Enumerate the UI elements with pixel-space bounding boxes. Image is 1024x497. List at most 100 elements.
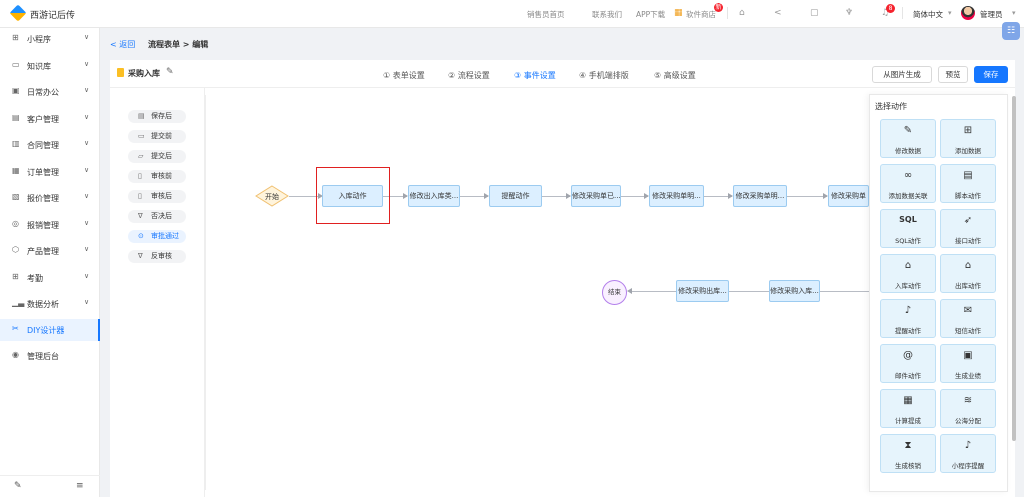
link-app-download[interactable]: APP下载 (636, 9, 665, 20)
flow-node-modify-po-stockout[interactable]: 修改采购出库... (676, 280, 729, 302)
save-icon: ▤ (138, 112, 145, 120)
mail-icon: ✉ (963, 305, 973, 316)
event-item-after-reject[interactable]: ∇ 否决后 (128, 210, 186, 223)
bell-icon: ♪ (904, 305, 912, 316)
flow-node-modify-po-stockin[interactable]: 修改采购入库... (769, 280, 820, 302)
edit-icon[interactable]: ✎ (14, 481, 22, 491)
flow-node-modify-po-3[interactable]: 修改采购单 (828, 185, 869, 207)
script-icon: ▤ (963, 170, 973, 181)
action-script[interactable]: ▤ 脚本动作 (940, 164, 996, 203)
tab-event-settings[interactable]: ③ 事件设置 (514, 70, 556, 81)
action-commission[interactable]: ▦ 计算提成 (880, 389, 936, 428)
chevron-down-icon: ∨ (84, 86, 90, 94)
sidebar-item-customer[interactable]: ▤ 客户管理 ∨ (0, 108, 100, 130)
admin-icon: ◉ (12, 350, 19, 359)
action-email[interactable]: @ 邮件动作 (880, 344, 936, 383)
sidebar-item-attendance[interactable]: ⊞ 考勤 ∨ (0, 267, 100, 289)
save-button[interactable]: 保存 (974, 66, 1008, 83)
action-add-relation[interactable]: ∞ 添加数据关联 (880, 164, 936, 203)
breadcrumb: < 返回 流程表单 > 编辑 (110, 35, 1015, 55)
sidebar-item-office[interactable]: ▣ 日常办公 ∨ (0, 81, 100, 103)
chevron-down-icon: ∨ (84, 60, 90, 68)
home-icon[interactable]: ⌂ (739, 8, 745, 18)
back-link[interactable]: < 返回 (110, 39, 135, 50)
link-software-store[interactable]: 软件商店 (686, 9, 716, 20)
action-api[interactable]: ➶ 接口动作 (940, 209, 996, 248)
bookmark-icon[interactable]: ▢ (810, 8, 819, 18)
warehouse-out-icon: ⌂ (964, 260, 972, 271)
sidebar-item-analytics[interactable]: ▁▃ 数据分析 ∨ (0, 293, 100, 315)
tab-flow-settings[interactable]: ② 流程设置 (448, 70, 490, 81)
mini-bell-icon: ♪ (964, 440, 972, 451)
store-icon: ▦ (674, 8, 683, 18)
sidebar-item-order[interactable]: ▦ 订单管理 ∨ (0, 161, 100, 183)
thumb-down-icon: ∇ (138, 212, 143, 220)
bell-badge: 8 (886, 4, 895, 13)
tab-form-settings[interactable]: ① 表单设置 (383, 70, 425, 81)
share-icon[interactable]: < (774, 8, 782, 18)
plus-box-icon: ⊞ (963, 125, 973, 136)
action-pool-assign[interactable]: ≋ 公海分配 (940, 389, 996, 428)
event-item-before-submit[interactable]: ▭ 提交前 (128, 130, 186, 143)
top-bar: 西游记后传 销售员首页 联系我们 APP下载 ▦ 软件商店 新 ⌂ < ▢ ♆ … (0, 0, 1024, 28)
sidebar-item-quote[interactable]: ▧ 报价管理 ∨ (0, 187, 100, 209)
action-writeoff[interactable]: ⧗ 生成核销 (880, 434, 936, 473)
event-item-unreview[interactable]: ∇ 反审核 (128, 250, 186, 263)
sidebar-item-miniapp[interactable]: ⊞ 小程序 ∨ (0, 28, 100, 50)
language-select[interactable]: 简体中文 (913, 9, 943, 20)
link-contact[interactable]: 联系我们 (592, 9, 622, 20)
at-icon: @ (903, 350, 913, 361)
folder-icon: ▭ (138, 132, 145, 140)
document-icon (117, 68, 124, 77)
edit-title-icon[interactable]: ✎ (166, 67, 174, 77)
action-panel-scrollbar[interactable] (1012, 96, 1016, 441)
edit-icon: ✎ (903, 125, 913, 136)
highlight-box (316, 167, 390, 224)
flow-node-modify-po-detail-2[interactable]: 修改采购单明... (733, 185, 787, 207)
sidebar-item-contract[interactable]: ▥ 合同管理 ∨ (0, 134, 100, 156)
collapse-menu-icon[interactable]: ≡ (76, 481, 84, 491)
calculator-icon: ▦ (903, 395, 913, 406)
sidebar-item-knowledge[interactable]: ▭ 知识库 ∨ (0, 55, 100, 77)
hourglass-icon: ⧗ (904, 440, 912, 451)
flow-node-modify-io-type[interactable]: 修改出入库类... (408, 185, 460, 207)
tab-advanced-settings[interactable]: ⑤ 高级设置 (654, 70, 696, 81)
event-item-before-review[interactable]: ▯ 审核前 (128, 170, 186, 183)
sidebar-item-admin[interactable]: ◉ 管理后台 (0, 345, 100, 367)
tab-mobile-layout[interactable]: ④ 手机端排版 (579, 70, 629, 81)
warehouse-in-icon: ⌂ (904, 260, 912, 271)
action-miniapp-remind[interactable]: ♪ 小程序提醒 (940, 434, 996, 473)
store-badge: 新 (714, 3, 723, 12)
flow-node-modify-po[interactable]: 修改采购单已... (571, 185, 621, 207)
preview-button[interactable]: 预览 (938, 66, 968, 83)
flow-node-remind[interactable]: 提醒动作 (489, 185, 542, 207)
link-icon: ∞ (903, 170, 913, 181)
action-add-data[interactable]: ⊞ 添加数据 (940, 119, 996, 158)
link-sales-home[interactable]: 销售员首页 (527, 9, 565, 20)
end-node[interactable]: 结束 (602, 280, 627, 305)
action-performance[interactable]: ▣ 生成业绩 (940, 344, 996, 383)
sidebar-item-product[interactable]: ⬡ 产品管理 ∨ (0, 240, 100, 262)
flow-node-modify-po-detail-1[interactable]: 修改采购单明... (649, 185, 704, 207)
chevron-down-icon: ∨ (84, 219, 90, 227)
avatar[interactable] (961, 6, 975, 20)
action-sql[interactable]: SQL SQL动作 (880, 209, 936, 248)
event-item-approved[interactable]: ⊙ 审批通过 (128, 230, 186, 243)
sidebar-item-reimburse[interactable]: ◎ 报销管理 ∨ (0, 214, 100, 236)
event-item-after-review[interactable]: ▯ 审核后 (128, 190, 186, 203)
action-modify-data[interactable]: ✎ 修改数据 (880, 119, 936, 158)
sidebar-item-diy-designer[interactable]: ✂ DIY设计器 (0, 319, 100, 341)
contract-icon: ▥ (12, 139, 20, 148)
action-stockout[interactable]: ⌂ 出库动作 (940, 254, 996, 293)
action-sms[interactable]: ✉ 短信动作 (940, 299, 996, 338)
generate-from-image-button[interactable]: 从图片生成 (872, 66, 932, 83)
event-item-after-save[interactable]: ▤ 保存后 (128, 110, 186, 123)
action-remind[interactable]: ♪ 提醒动作 (880, 299, 936, 338)
action-stockin[interactable]: ⌂ 入库动作 (880, 254, 936, 293)
chevron-down-icon: ∨ (84, 113, 90, 121)
shirt-icon[interactable]: ♆ (845, 8, 853, 18)
brand-name: 西游记后传 (30, 11, 76, 21)
event-item-after-submit[interactable]: ▱ 提交后 (128, 150, 186, 163)
user-name[interactable]: 管理员 (980, 9, 1003, 20)
performance-icon: ▣ (963, 350, 973, 361)
